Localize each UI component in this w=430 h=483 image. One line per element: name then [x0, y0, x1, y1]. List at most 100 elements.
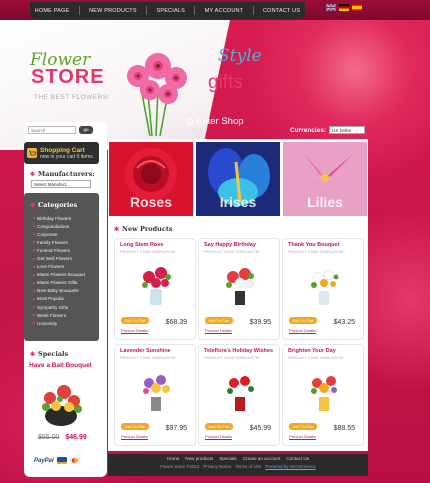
mastercard-icon	[69, 457, 80, 464]
category-item[interactable]: Most Popular	[33, 295, 85, 303]
currencies-box: Currencies: US Dollar	[290, 126, 366, 134]
product-details-link[interactable]: Product Details	[289, 328, 316, 333]
uk-flag-icon[interactable]	[326, 4, 336, 11]
category-item[interactable]: Congratulations	[33, 222, 85, 230]
category-item[interactable]: Week Flowers	[33, 311, 85, 319]
special-product-image[interactable]	[36, 376, 86, 428]
product-card: Brighten Your Day PRODUCT CODE 1DEBLAST3…	[282, 344, 364, 446]
categories-title: Categories	[38, 201, 78, 209]
category-item[interactable]: Sympathy Gifts	[33, 303, 85, 311]
enter-shop-link[interactable]: Enter Shop	[186, 116, 244, 127]
add-to-cart-button[interactable]: Add To Cart	[205, 317, 233, 324]
add-to-cart-button[interactable]: Add To Cart	[289, 423, 317, 430]
product-name[interactable]: Lavender Sunshine	[120, 348, 171, 354]
product-model: PRODUCT CODE 1DEBLAST36	[288, 250, 344, 254]
product-price: $97.95	[165, 425, 187, 432]
product-details-link[interactable]: Product Details	[205, 328, 232, 333]
nav-specials[interactable]: SPECIALS	[156, 8, 185, 14]
category-item[interactable]: Family Flowers	[33, 238, 85, 246]
product-image[interactable]	[139, 263, 173, 307]
germany-flag-icon[interactable]	[339, 4, 349, 11]
add-to-cart-button[interactable]: Add To Cart	[205, 423, 233, 430]
product-model: PRODUCT CODE 1DEBLAST36	[120, 250, 176, 254]
terms-link[interactable]: Terms of Use	[235, 464, 261, 469]
product-price: $88.55	[333, 425, 355, 432]
category-item[interactable]: Corporate	[33, 230, 85, 238]
product-card: Say Happy Birthday PRODUCT CODE 1DEBLAST…	[198, 238, 280, 340]
product-card: Long Stem Rose PRODUCT CODE 1DEBLAST36 A…	[114, 238, 196, 340]
footer-link-specials[interactable]: Specials	[219, 456, 236, 461]
product-image[interactable]	[307, 369, 341, 413]
product-details-link[interactable]: Product Details	[121, 434, 148, 439]
product-name[interactable]: Teleflora's Holiday Wishes	[204, 348, 273, 354]
banner-irises[interactable]: Irises	[196, 142, 280, 216]
search-input[interactable]: Search	[28, 126, 76, 134]
product-name[interactable]: Brighten Your Day	[288, 348, 336, 354]
product-image[interactable]	[223, 369, 257, 413]
hero-gifts-text: gifts	[208, 72, 243, 93]
product-image[interactable]	[139, 369, 173, 413]
manufacturers-heading: ✱ Manufacturers:	[30, 170, 95, 178]
category-item[interactable]: University	[33, 319, 85, 327]
nav-contact-us[interactable]: CONTACT US	[263, 8, 300, 14]
enter-shop-icon	[186, 118, 193, 125]
product-name[interactable]: Long Stem Rose	[120, 242, 163, 248]
payment-logos: PayPal	[34, 457, 80, 464]
powered-by-link[interactable]: Powered by osCommerce	[265, 464, 316, 469]
special-product-name[interactable]: Have a Ball Bouquet	[29, 362, 92, 369]
category-item[interactable]: Birthday Flowers	[33, 214, 85, 222]
top-navigation: HOME PAGE NEW PRODUCTS SPECIALS MY ACCOU…	[30, 2, 305, 19]
product-image[interactable]	[223, 263, 257, 307]
spain-flag-icon[interactable]	[352, 4, 362, 11]
product-card: Teleflora's Holiday Wishes PRODUCT CODE …	[198, 344, 280, 446]
hero-style-text: Style	[218, 46, 262, 66]
category-item[interactable]: Funeral Flowers	[33, 246, 85, 254]
footer-link-home[interactable]: Home	[167, 456, 179, 461]
add-to-cart-button[interactable]: Add To Cart	[121, 423, 149, 430]
footer-link-contact[interactable]: Contact Us	[286, 456, 309, 461]
product-model: PRODUCT CODE 1DEBLAST36	[288, 356, 344, 360]
special-old-price: $55.00	[38, 434, 60, 441]
add-to-cart-button[interactable]: Add To Cart	[121, 317, 149, 324]
nav-new-products[interactable]: NEW PRODUCTS	[89, 8, 137, 14]
nav-divider	[194, 6, 196, 15]
cart-title: Shopping Cart	[40, 146, 85, 154]
logo-line2[interactable]: STORE	[31, 66, 105, 89]
footer-link-create-account[interactable]: Create an account	[243, 456, 281, 461]
category-item[interactable]: Get Well Flowers	[33, 254, 85, 262]
star-icon: ✱	[30, 170, 36, 178]
category-item[interactable]: Miami Flowers Gifts	[33, 279, 85, 287]
category-item[interactable]: Love Flowers	[33, 263, 85, 271]
banner-roses[interactable]: Roses	[109, 142, 193, 216]
footer-link-new-products[interactable]: New products	[185, 456, 213, 461]
product-name[interactable]: Say Happy Birthday	[204, 242, 256, 248]
language-flags	[326, 4, 362, 11]
product-model: PRODUCT CODE 1DEBLAST36	[204, 356, 260, 360]
search-row: Search go	[28, 126, 93, 134]
currency-select[interactable]: US Dollar	[329, 126, 366, 134]
nav-home[interactable]: HOME PAGE	[35, 8, 70, 14]
hero-bouquet-image	[127, 53, 187, 137]
category-item[interactable]: New Baby Bouquets	[33, 287, 85, 295]
product-price: $68.39	[165, 319, 187, 326]
nav-my-account[interactable]: MY ACCOUNT	[205, 8, 244, 14]
banner-lilies[interactable]: Lilies	[283, 142, 367, 216]
special-price: $55.00 $46.99	[38, 434, 87, 441]
category-item[interactable]: Miami Flowers Bouquet	[33, 271, 85, 279]
product-details-link[interactable]: Product Details	[205, 434, 232, 439]
banner-lilies-label: Lilies	[307, 194, 343, 210]
category-list: Birthday Flowers Congratulations Corpora…	[33, 214, 85, 327]
search-go-button[interactable]: go	[79, 126, 93, 134]
product-image[interactable]	[307, 263, 341, 307]
new-products-title: New Products	[122, 225, 173, 233]
visa-card-icon	[56, 457, 67, 464]
manufacturer-select[interactable]: Select Manufact...	[31, 180, 91, 188]
star-icon: ✱	[30, 201, 36, 209]
product-details-link[interactable]: Product Details	[289, 434, 316, 439]
categories-heading: ✱ Categories	[30, 201, 77, 209]
product-name[interactable]: Thank You Bouquet	[288, 242, 339, 248]
add-to-cart-button[interactable]: Add To Cart	[289, 317, 317, 324]
privacy-link[interactable]: Privacy Notice	[203, 464, 231, 469]
product-details-link[interactable]: Product Details	[121, 328, 148, 333]
shopping-cart-box[interactable]: Shopping Cart now in your cart 0 items	[24, 142, 99, 164]
